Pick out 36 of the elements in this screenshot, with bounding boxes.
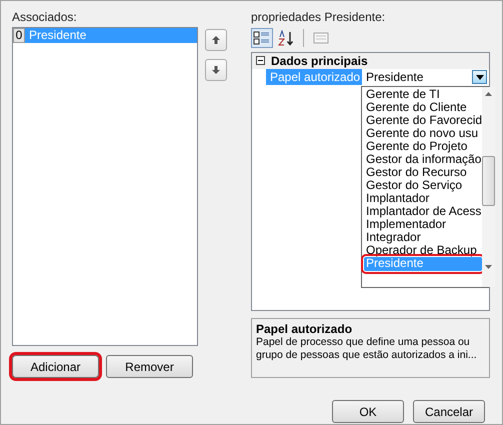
move-up-button[interactable] (205, 29, 227, 51)
scrollbar[interactable] (482, 87, 496, 287)
move-down-button[interactable] (205, 59, 227, 81)
dropdown-option[interactable]: Integrador (364, 231, 482, 244)
list-label: Associados: (12, 10, 78, 26)
dialog-button[interactable]: OK (332, 400, 404, 423)
properties-label: propriedades Presidente: (251, 10, 386, 26)
dropdown-option[interactable]: Implantador de Acess (364, 205, 482, 218)
associates-list[interactable]: 0 Presidente (12, 27, 198, 346)
dropdown-option[interactable]: Operador de Backup (364, 244, 482, 257)
dropdown-option[interactable]: Gerente do novo usu (364, 127, 482, 140)
caret-icon (476, 74, 484, 80)
add-button[interactable]: Adicionar (12, 355, 99, 378)
collapse-icon[interactable] (256, 54, 265, 68)
remove-button[interactable]: Remover (106, 355, 193, 378)
dropdown-option[interactable]: Gerente de TI (364, 88, 482, 101)
dropdown-option[interactable]: Gestor da informação (364, 153, 482, 166)
dropdown-option[interactable]: Implementador (364, 218, 482, 231)
dialog-button[interactable]: Cancelar (413, 400, 485, 423)
dropdown-option[interactable]: Gestor do Serviço (364, 179, 482, 192)
dropdown-option[interactable]: Implantador (364, 192, 482, 205)
up-arrow-icon (211, 35, 221, 45)
row-index: 0 (13, 28, 25, 43)
categorized-icon[interactable] (251, 28, 273, 48)
property-value[interactable]: Presidente (366, 70, 424, 84)
dropdown-button[interactable] (472, 70, 487, 84)
description-text: Papel de processo que define uma pessoa ou grupo de pessoas que estão autorizados a ini... (256, 336, 478, 362)
scroll-down-icon[interactable] (485, 265, 492, 269)
dropdown-option[interactable]: Gerente do Favorecid (364, 114, 482, 127)
dropdown-option[interactable]: Gerente do Cliente (364, 101, 482, 114)
scroll-up-icon[interactable] (485, 92, 492, 96)
dropdown-option[interactable]: Gestor do Recurso (364, 166, 482, 179)
down-arrow-icon (211, 65, 221, 75)
category-title: Dados principais (271, 54, 368, 68)
dropdown-option[interactable]: Gerente do Projeto (364, 140, 482, 153)
description-title: Papel autorizado (256, 322, 354, 336)
